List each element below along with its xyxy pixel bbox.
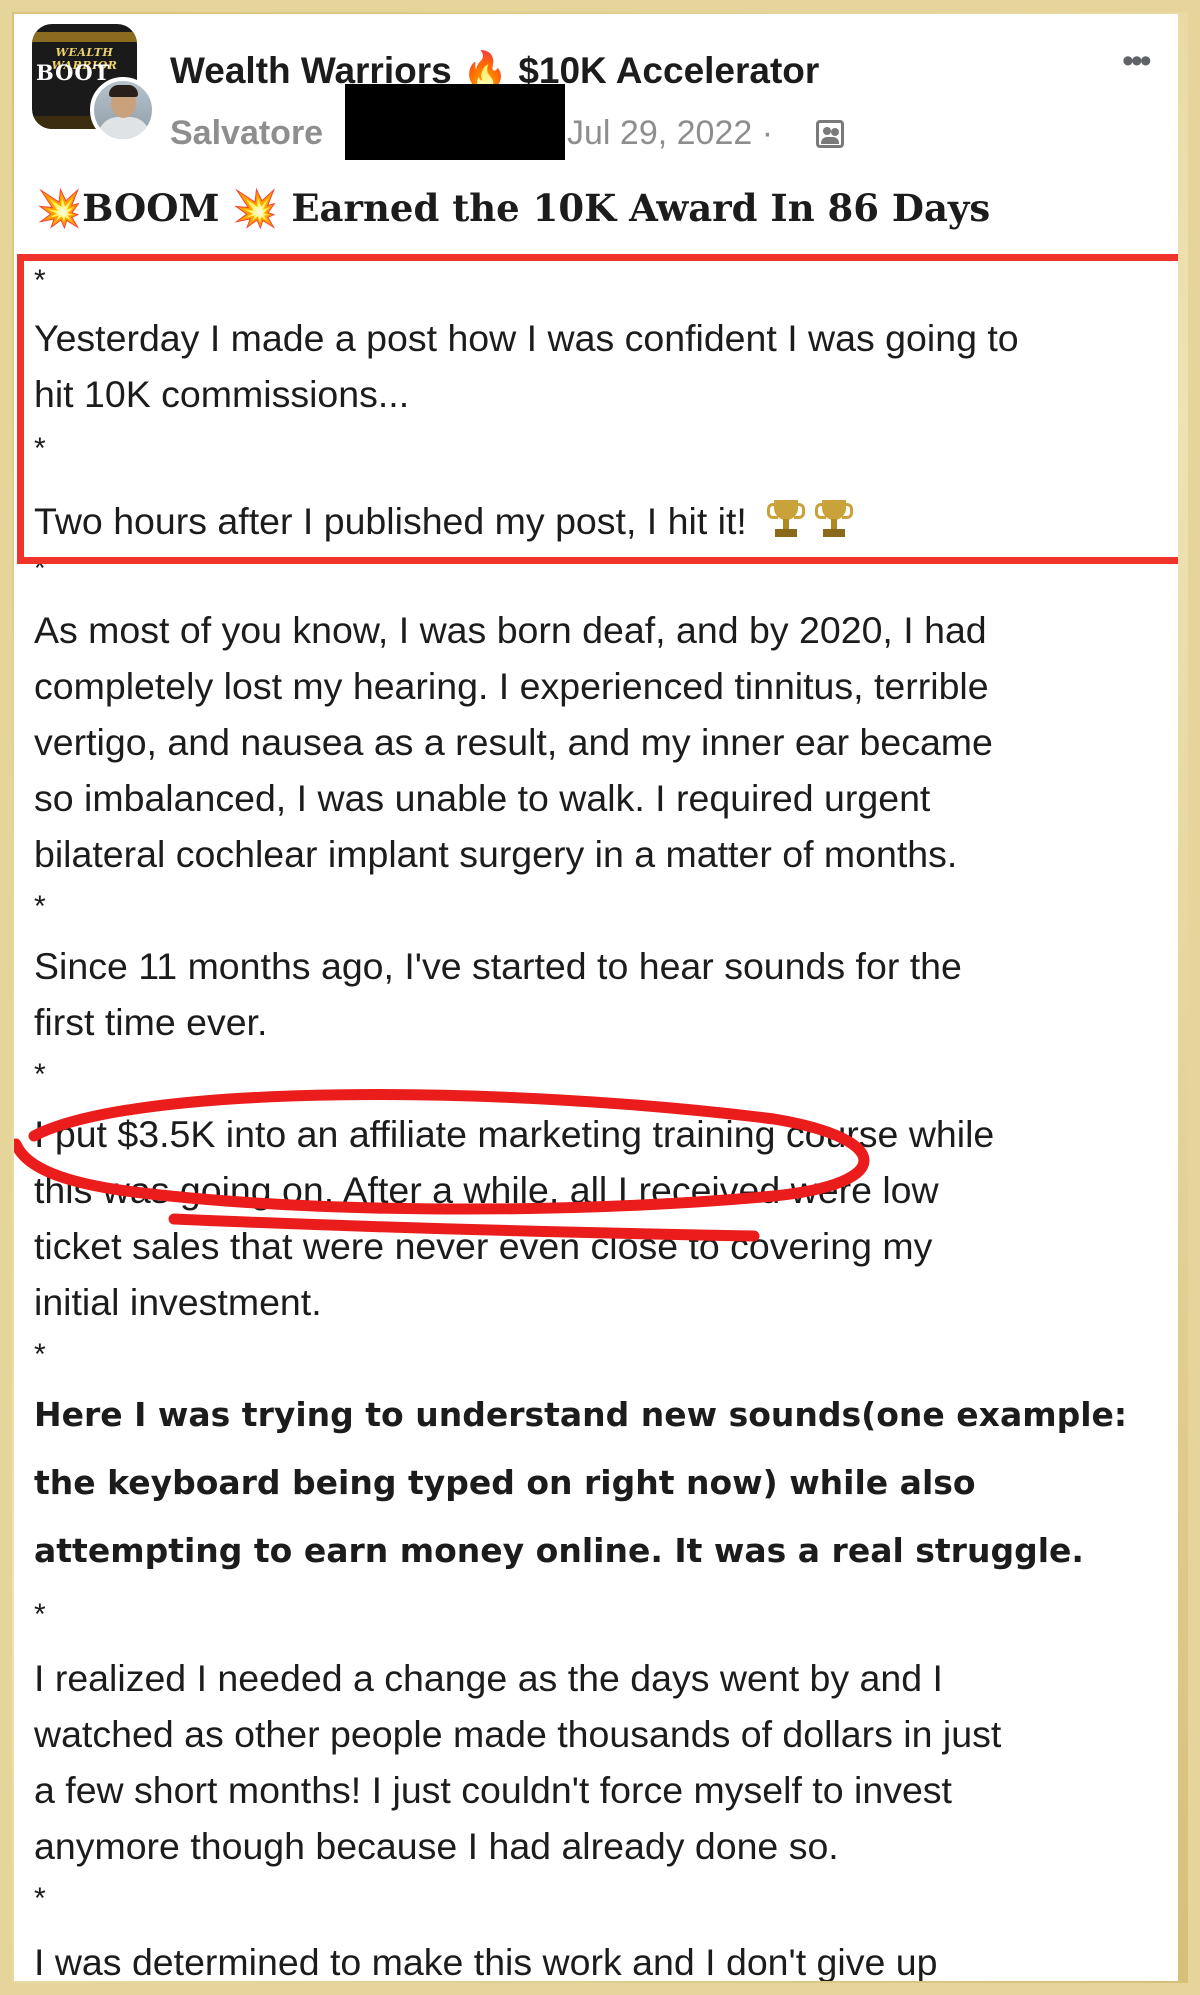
body-line: ticket sales that were never even close … xyxy=(34,1225,933,1267)
body-line: a few short months! I just couldn't forc… xyxy=(34,1769,952,1811)
headline-boom: BOOM xyxy=(82,186,220,230)
redaction-bar xyxy=(345,84,565,160)
post-date[interactable]: Jul 29, 2022 · xyxy=(567,114,773,153)
boom-icon: 💥 xyxy=(36,187,83,230)
separator-star: * xyxy=(34,1882,46,1915)
body-line-bold: Here I was trying to understand new soun… xyxy=(34,1395,1128,1434)
separator-star: * xyxy=(34,890,46,923)
highlight-box xyxy=(17,254,1178,564)
post-card: WEALTH WARRIOR BOOT Wealth Warriors 🔥 $1… xyxy=(14,14,1178,1981)
body-line: As most of you know, I was born deaf, an… xyxy=(34,609,987,651)
body-line: I was determined to make this work and I… xyxy=(34,1941,938,1981)
body-line: Since 11 months ago, I've started to hea… xyxy=(34,945,962,987)
body-line: vertigo, and nausea as a result, and my … xyxy=(34,721,993,763)
avatar-torso xyxy=(98,117,150,139)
avatar-group[interactable]: WEALTH WARRIOR BOOT xyxy=(32,24,157,144)
body-line: watched as other people made thousands o… xyxy=(34,1713,1002,1755)
body-line: bilateral cochlear implant surgery in a … xyxy=(34,833,958,875)
separator-star: * xyxy=(34,1338,46,1371)
author-name[interactable]: Salvatore xyxy=(170,114,323,153)
group-avatar-stripe xyxy=(32,32,137,42)
body-line: initial investment. xyxy=(34,1281,322,1323)
headline-text: Earned the 10K Award In 86 Days xyxy=(291,186,991,230)
user-avatar[interactable] xyxy=(90,77,156,143)
more-options-icon[interactable]: ••• xyxy=(1122,44,1152,78)
group-members-icon xyxy=(816,120,844,148)
body-line: I realized I needed a change as the days… xyxy=(34,1657,943,1699)
body-line-bold: the keyboard being typed on right now) w… xyxy=(34,1463,976,1502)
body-line: completely lost my hearing. I experience… xyxy=(34,665,989,707)
body-line-bold: attempting to earn money online. It was … xyxy=(34,1531,1084,1570)
separator-star: * xyxy=(34,1058,46,1091)
body-line: I put $3.5K into an affiliate marketing … xyxy=(34,1113,995,1155)
body-line: anymore though because I had already don… xyxy=(34,1825,839,1867)
body-line: this was going on. After a while, all I … xyxy=(34,1169,939,1211)
boom-icon: 💥 xyxy=(232,187,279,230)
post-headline: 💥BOOM 💥 Earned the 10K Award In 86 Days xyxy=(36,186,990,231)
icon-part xyxy=(821,137,839,144)
icon-part xyxy=(831,128,839,136)
body-line: first time ever. xyxy=(34,1001,268,1043)
body-line: so imbalanced, I was unable to walk. I r… xyxy=(34,777,931,819)
icon-part xyxy=(823,127,831,135)
avatar-hair xyxy=(109,85,138,97)
separator-star: * xyxy=(34,1598,46,1631)
